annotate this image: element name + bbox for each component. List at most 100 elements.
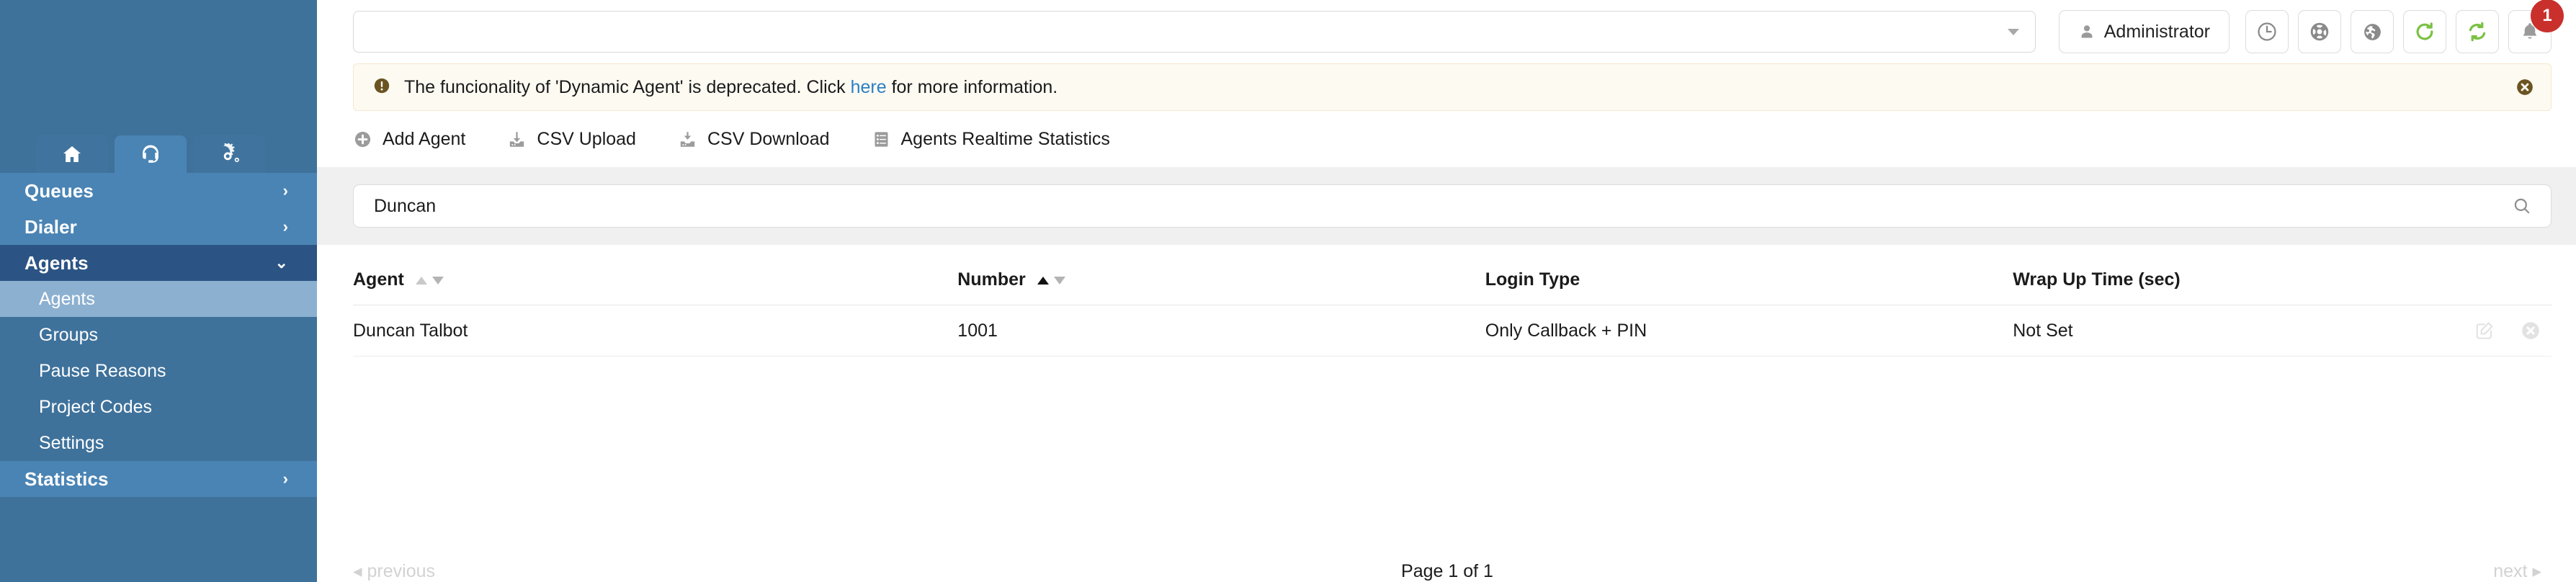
- sort-descending-icon[interactable]: [431, 276, 444, 285]
- page-info: Page 1 of 1: [1401, 560, 1493, 581]
- sidebar-item-agents-project-codes[interactable]: Project Codes: [0, 389, 317, 425]
- delete-agent-button[interactable]: [2520, 320, 2541, 341]
- alert-container: The funcionality of 'Dynamic Agent' is d…: [317, 63, 2576, 111]
- sort-ascending-icon[interactable]: [415, 276, 427, 285]
- column-header-agent-label: Agent: [353, 269, 404, 290]
- sidebar: Queues › Dialer › Agents ⌄ Agents Groups: [0, 0, 317, 582]
- column-header-number[interactable]: Number: [957, 245, 1485, 305]
- sort-controls-number: [1037, 276, 1065, 285]
- chevron-down-icon: [2007, 28, 2019, 35]
- sync-button[interactable]: [2456, 10, 2499, 53]
- sidebar-item-agents-settings[interactable]: Settings: [0, 425, 317, 461]
- sidebar-item-dialer-label: Dialer: [24, 215, 77, 238]
- column-header-login-type-label: Login Type: [1485, 269, 1580, 290]
- previous-arrow-icon: ◂: [353, 561, 362, 581]
- column-header-wrap-up-time-label: Wrap Up Time (sec): [2013, 269, 2181, 290]
- module-tab-bar: [0, 131, 317, 173]
- sidebar-subitem-label: Settings: [39, 432, 104, 453]
- column-header-login-type: Login Type: [1485, 245, 2013, 305]
- sidebar-item-agents-label: Agents: [24, 251, 89, 274]
- column-header-agent[interactable]: Agent: [353, 245, 958, 305]
- alert-here-link[interactable]: here: [851, 77, 887, 97]
- column-header-wrap-up-time: Wrap Up Time (sec): [2013, 245, 2343, 305]
- sidebar-item-agents[interactable]: Agents ⌄: [0, 245, 317, 281]
- alert-message: The funcionality of 'Dynamic Agent' is d…: [404, 77, 1057, 98]
- table-header-row: Agent Number Login Type Wrap Up Time (se…: [353, 245, 2552, 305]
- cell-agent: Duncan Talbot: [353, 305, 958, 357]
- sort-ascending-icon[interactable]: [1037, 276, 1049, 285]
- sidebar-item-dialer[interactable]: Dialer ›: [0, 209, 317, 245]
- table-body: Duncan Talbot 1001 Only Callback + PIN N…: [353, 305, 2552, 357]
- sort-descending-icon[interactable]: [1053, 276, 1065, 285]
- globe-icon: [2363, 23, 2381, 40]
- home-icon: [63, 146, 81, 162]
- column-header-actions: [2343, 245, 2552, 305]
- sync-icon: [2469, 22, 2486, 42]
- csv-download-label: CSV Download: [707, 128, 830, 149]
- delete-circle-icon: [2522, 322, 2539, 339]
- search-button[interactable]: [2512, 196, 2532, 216]
- module-tab-callcenter[interactable]: [115, 135, 187, 173]
- column-header-number-label: Number: [957, 269, 1026, 290]
- headset-icon: [143, 145, 158, 163]
- notification-badge: 1: [2531, 0, 2564, 32]
- search-panel: [317, 167, 2576, 245]
- app-root: Queues › Dialer › Agents ⌄ Agents Groups: [0, 0, 2576, 582]
- reload-button[interactable]: [2403, 10, 2446, 53]
- sidebar-item-agents-agents[interactable]: Agents: [0, 281, 317, 317]
- agents-realtime-statistics-button[interactable]: Agents Realtime Statistics: [872, 129, 1110, 150]
- sidebar-submenu-agents: Agents Groups Pause Reasons Project Code…: [0, 281, 317, 461]
- upload-icon: [510, 131, 524, 147]
- alert-close-button[interactable]: [2515, 77, 2535, 97]
- sort-controls-agent: [415, 276, 444, 285]
- agents-table: Agent Number Login Type Wrap Up Time (se…: [353, 245, 2552, 357]
- add-agent-button[interactable]: Add Agent: [353, 129, 465, 150]
- module-tab-home[interactable]: [36, 135, 108, 173]
- user-icon: [2081, 25, 2093, 38]
- cell-login-type: Only Callback + PIN: [1485, 305, 2013, 357]
- module-tab-settings[interactable]: [193, 135, 265, 173]
- download-icon: [680, 131, 695, 147]
- deprecation-alert: The funcionality of 'Dynamic Agent' is d…: [353, 63, 2552, 111]
- gears-icon: [223, 143, 239, 162]
- next-page-label: next: [2493, 561, 2528, 581]
- search-icon: [2514, 198, 2530, 214]
- search-input[interactable]: [372, 194, 2512, 218]
- chevron-right-icon: ›: [282, 470, 288, 488]
- clock-button[interactable]: [2245, 10, 2289, 53]
- add-agent-label: Add Agent: [383, 128, 466, 149]
- search-box[interactable]: [353, 184, 2552, 228]
- next-page-button[interactable]: next ▸: [2493, 560, 2541, 582]
- lifebuoy-icon: [2310, 22, 2329, 41]
- chevron-right-icon: ›: [282, 218, 288, 236]
- chevron-right-icon: ›: [282, 182, 288, 200]
- csv-upload-button[interactable]: CSV Upload: [507, 129, 636, 150]
- notifications-button[interactable]: 1: [2508, 0, 2564, 53]
- sidebar-item-queues[interactable]: Queues ›: [0, 173, 317, 209]
- cell-number: 1001: [957, 305, 1485, 357]
- user-menu-button[interactable]: Administrator: [2058, 10, 2230, 53]
- support-button[interactable]: [2298, 10, 2341, 53]
- sidebar-subitem-label: Project Codes: [39, 396, 153, 417]
- next-arrow-icon: ▸: [2532, 561, 2541, 581]
- cell-actions: [2343, 305, 2552, 357]
- global-scope-select[interactable]: [353, 11, 2036, 53]
- alert-text-before: The funcionality of 'Dynamic Agent' is d…: [404, 76, 851, 97]
- top-bar: Administrator 1: [317, 0, 2576, 63]
- sidebar-item-statistics[interactable]: Statistics ›: [0, 461, 317, 497]
- sidebar-item-agents-groups[interactable]: Groups: [0, 317, 317, 353]
- sidebar-subitem-label: Groups: [39, 324, 98, 345]
- pagination-inner: ◂ previous Page 1 of 1 next ▸: [353, 560, 2541, 582]
- language-button[interactable]: [2351, 10, 2394, 53]
- header-icon-buttons: 1: [2245, 0, 2564, 53]
- table-row: Duncan Talbot 1001 Only Callback + PIN N…: [353, 305, 2552, 357]
- previous-page-button[interactable]: ◂ previous: [353, 560, 435, 582]
- chevron-down-icon: ⌄: [274, 254, 288, 272]
- csv-download-button[interactable]: CSV Download: [678, 129, 830, 150]
- sidebar-subitem-label: Pause Reasons: [39, 360, 166, 381]
- sidebar-item-agents-pause-reasons[interactable]: Pause Reasons: [0, 353, 317, 389]
- sidebar-nav: Queues › Dialer › Agents ⌄ Agents Groups: [0, 173, 317, 540]
- edit-agent-button[interactable]: [2474, 320, 2495, 341]
- edit-icon: [2476, 322, 2493, 339]
- exclamation-circle-icon: [372, 76, 391, 99]
